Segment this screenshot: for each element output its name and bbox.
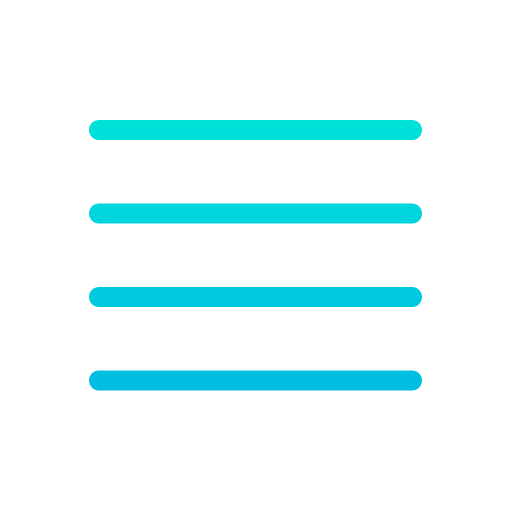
- menu-lines: [89, 120, 422, 391]
- icon-canvas: [0, 0, 512, 512]
- hamburger-menu-icon: [89, 120, 422, 391]
